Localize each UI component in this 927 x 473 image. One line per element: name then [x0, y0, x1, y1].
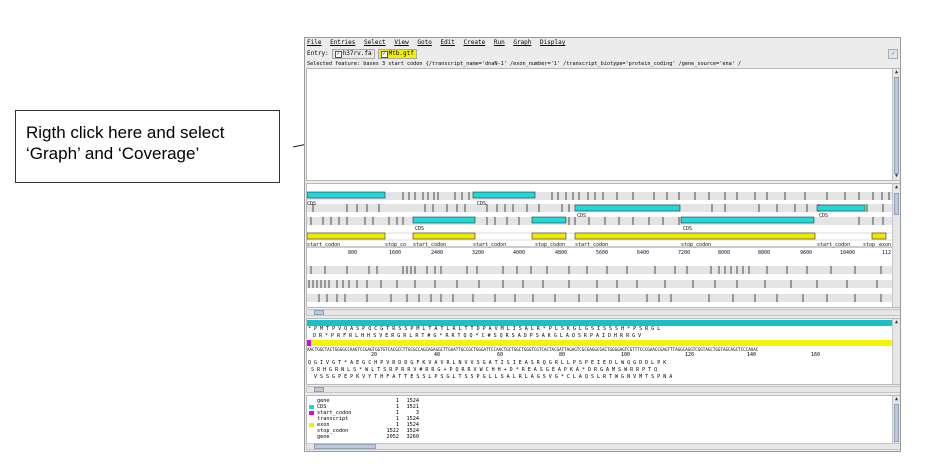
svg-text:8800: 8800 [758, 250, 770, 256]
scroll-thumb[interactable] [314, 444, 376, 449]
dna-highlight-row [307, 340, 894, 346]
callout-line-2: ‘Graph’ and ‘Coverage’ [26, 144, 200, 163]
menu-run[interactable]: Run [494, 39, 505, 46]
svg-text:5600: 5600 [596, 250, 608, 256]
aa-rev-frame-2: S R H G R N L S * W L T S R P R R V # R … [311, 367, 658, 373]
scroll-thumb[interactable] [314, 387, 324, 392]
annotation-callout: Rigth click here and select ‘Graph’ and … [15, 110, 280, 183]
feature-horizontal-scrollbar[interactable] [306, 309, 900, 316]
svg-text:1600: 1600 [389, 250, 401, 256]
list-item[interactable]: gene 2052 3260 [309, 434, 419, 440]
feature-view[interactable]: CDS CDS CDS CDS CDS CDS start_codon stop… [306, 183, 900, 308]
svg-text:8000: 8000 [718, 250, 730, 256]
scroll-thumb[interactable] [894, 193, 899, 215]
scroll-thumb[interactable] [894, 404, 899, 442]
menu-graph[interactable]: Graph [513, 39, 531, 46]
scroll-up-icon[interactable]: ▲ [893, 396, 900, 403]
swatch [309, 411, 314, 415]
svg-text:4800: 4800 [555, 250, 567, 256]
menu-bar: File Entries Select View Goto Edit Creat… [307, 39, 570, 47]
feature-vertical-scrollbar[interactable]: ▲ [892, 184, 900, 307]
menu-file[interactable]: File [307, 39, 321, 46]
swatch [309, 423, 314, 427]
entry-name: Mtb.gtf [388, 50, 414, 57]
checkbox-icon[interactable]: ✓ [334, 50, 342, 58]
swatch [309, 435, 314, 439]
check-icon[interactable]: ✓ [888, 49, 898, 59]
menu-display[interactable]: Display [540, 39, 565, 46]
svg-text:3200: 3200 [472, 250, 484, 256]
menu-create[interactable]: Create [464, 39, 486, 46]
scroll-up-icon[interactable]: ▲ [893, 69, 900, 76]
svg-text:6400: 6400 [637, 250, 649, 256]
entry-name: h37rv.fa [342, 50, 372, 57]
artemis-window: File Entries Select View Goto Edit Creat… [304, 37, 901, 452]
checkbox-icon[interactable]: ✓ [380, 50, 388, 58]
swatch [309, 417, 314, 421]
aa-rev-frame-1: Q G I V G T * A E G C H P V R D D G F K … [308, 360, 667, 366]
menu-entries[interactable]: Entries [330, 39, 355, 46]
start-codon-marker [307, 340, 311, 346]
aa-frame-2: D R * P R F R L H H S V E R G R L R T # … [313, 333, 642, 339]
svg-text:CDS: CDS [307, 201, 316, 207]
scroll-thumb[interactable] [314, 310, 324, 315]
feature-tracks: CDS CDS CDS CDS CDS CDS start_codon stop… [307, 191, 895, 302]
vertical-scrollbar[interactable]: ▲ ▼ [892, 69, 900, 180]
entry-mtb-gtf[interactable]: ✓ Mtb.gtf [377, 49, 417, 59]
svg-text:CDS: CDS [819, 213, 828, 219]
scroll-up-icon[interactable]: ▲ [893, 184, 900, 191]
list-horizontal-scrollbar[interactable] [306, 443, 900, 450]
sequence-horizontal-scrollbar[interactable] [306, 386, 900, 393]
svg-text:CDS: CDS [415, 226, 424, 232]
graph-area-pane[interactable]: ▲ ▼ [306, 68, 900, 181]
aa-frame-1: * P M T P V Q A S P Q C G T R S S P M L … [308, 326, 661, 332]
menu-goto[interactable]: Goto [417, 39, 431, 46]
callout-line-1: Rigth click here and select [26, 123, 225, 142]
svg-text:CDS: CDS [683, 226, 692, 232]
svg-text:10400: 10400 [840, 250, 855, 256]
svg-text:9600: 9600 [800, 250, 812, 256]
swatch [309, 429, 314, 433]
svg-text:800: 800 [348, 250, 357, 256]
svg-text:2400: 2400 [431, 250, 443, 256]
scroll-thumb[interactable] [894, 77, 899, 174]
entry-h37rv[interactable]: ✓ h37rv.fa [331, 49, 375, 59]
svg-text:7200: 7200 [678, 250, 690, 256]
entry-bar: Entry: ✓ h37rv.fa ✓ Mtb.gtf [307, 49, 417, 59]
menu-view[interactable]: View [394, 39, 408, 46]
menu-select[interactable]: Select [364, 39, 386, 46]
sequence-view[interactable]: * P M T P V Q A S P Q C G T R S S P M L … [306, 318, 900, 385]
menu-edit[interactable]: Edit [440, 39, 454, 46]
aa-rev-frame-3: V S S G P E P K V Y T H F A T T E S S L … [314, 374, 673, 380]
svg-text:112: 112 [882, 250, 891, 256]
sequence-vertical-scrollbar[interactable]: ▲ [892, 319, 900, 384]
swatch [309, 405, 314, 409]
entry-label: Entry: [307, 50, 329, 57]
svg-text:4000: 4000 [513, 250, 525, 256]
selected-feature-line: Selected feature: bases 3 start codon {/… [307, 61, 742, 67]
list-vertical-scrollbar[interactable]: ▲ [892, 396, 900, 449]
swatch [309, 399, 314, 403]
svg-text:CDS: CDS [477, 201, 486, 207]
sequence-ruler: 20 40 60 80 100 120 140 160 [371, 352, 821, 358]
svg-text:CDS: CDS [577, 213, 586, 219]
frame-row [307, 192, 894, 200]
scroll-up-icon[interactable]: ▲ [893, 319, 900, 326]
scroll-down-icon[interactable]: ▼ [893, 173, 900, 180]
feature-ruler: 800 1600 2400 3200 4000 4800 5600 6400 7… [348, 250, 891, 256]
feature-list[interactable]: gene 1 1524 CDS 1 1521 start_codon 1 3 transcr… [306, 395, 900, 450]
